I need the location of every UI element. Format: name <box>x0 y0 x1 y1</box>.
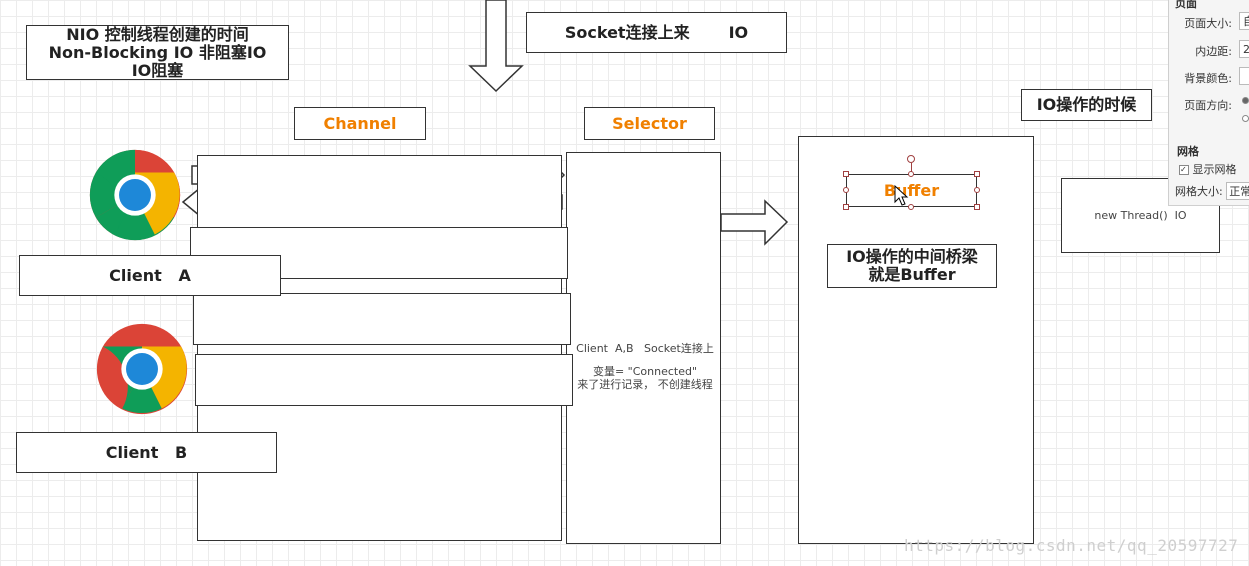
panel-header: 页面 <box>1175 0 1197 10</box>
grid-size-label: 网格大小: <box>1175 185 1223 198</box>
thread-box-text: new Thread() IO <box>1094 209 1187 222</box>
page-size-select[interactable]: 自 <box>1239 12 1249 30</box>
grid-size-row: 网格大小: 正常 <box>1175 182 1249 200</box>
grid-header: 网格 <box>1177 145 1199 158</box>
show-grid-label: 显示网格 <box>1192 163 1237 176</box>
bridge-line2: 就是Buffer <box>868 265 956 284</box>
bg-color-picker[interactable] <box>1239 67 1249 85</box>
padding-input[interactable]: 2 <box>1239 40 1249 58</box>
watermark: https://blog.csdn.net/qq_20597727 <box>904 536 1239 555</box>
page-size-label: 页面大小: <box>1184 17 1232 30</box>
bg-color-row: 背景颜色: <box>1169 67 1249 85</box>
page-size-row: 页面大小: 自 <box>1169 12 1249 30</box>
properties-panel: 页面 页面大小: 自 内边距: 2 背景颜色: 页面方向: 网格 ✓ 显示网格 … <box>1168 0 1249 206</box>
padding-label: 内边距: <box>1195 45 1232 58</box>
cursor-layer <box>894 184 909 206</box>
show-grid-row: ✓ 显示网格 <box>1179 161 1237 177</box>
orientation-label: 页面方向: <box>1184 99 1232 112</box>
mouse-cursor-icon <box>894 184 909 206</box>
show-grid-checkbox[interactable]: ✓ <box>1179 165 1189 175</box>
orientation-row: 页面方向: <box>1169 94 1249 112</box>
padding-row: 内边距: 2 <box>1169 40 1249 58</box>
orientation-radio[interactable] <box>1242 97 1249 104</box>
bridge-line1: IO操作的中间桥梁 <box>846 247 978 266</box>
grid-size-select[interactable]: 正常 <box>1226 182 1249 200</box>
bridge-box: IO操作的中间桥梁 就是Buffer <box>827 244 997 288</box>
bg-color-label: 背景颜色: <box>1184 72 1232 85</box>
orientation-radio[interactable] <box>1242 115 1249 122</box>
